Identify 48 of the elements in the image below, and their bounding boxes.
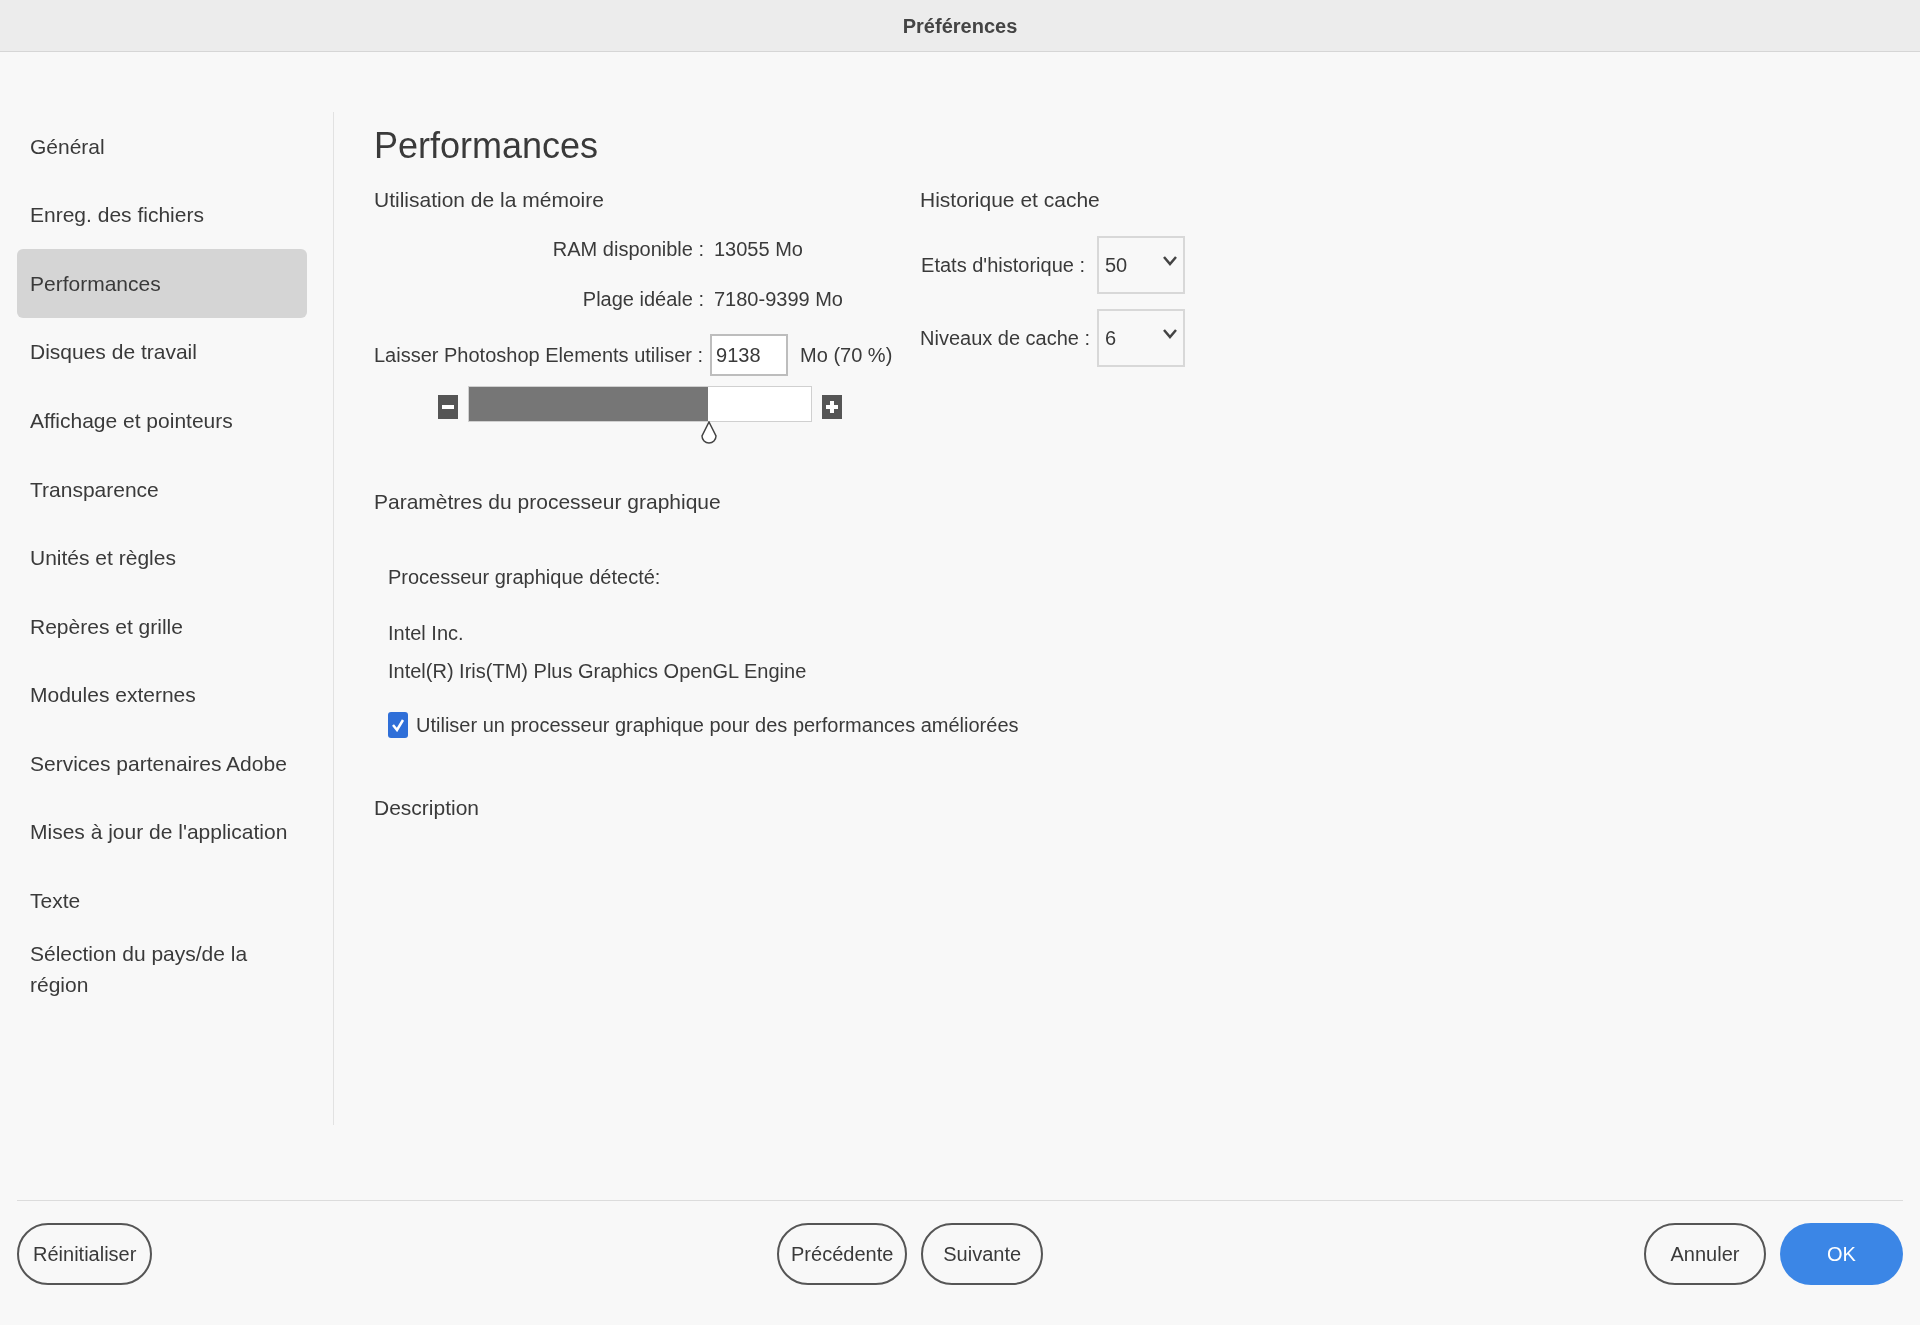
- minus-icon: [442, 405, 454, 409]
- unit-label: Mo (70 %): [800, 343, 893, 368]
- sidebar-item[interactable]: Performances: [17, 249, 307, 318]
- sidebar-item[interactable]: Texte: [17, 866, 307, 936]
- sidebar-item[interactable]: Disques de travail: [17, 317, 307, 387]
- gpu-detected-label: Processeur graphique détecté:: [388, 564, 662, 590]
- sidebar-item[interactable]: Unités et règles: [17, 523, 307, 593]
- sidebar-item[interactable]: Général: [17, 112, 307, 181]
- dropdown[interactable]: 50: [1097, 236, 1185, 294]
- previous-button[interactable]: Précédente: [777, 1223, 908, 1285]
- memory-input[interactable]: 9138: [710, 334, 789, 376]
- section-heading: Utilisation de la mémoire: [374, 187, 605, 213]
- plus-icon: [826, 401, 838, 413]
- checkbox[interactable]: [388, 711, 408, 738]
- field-value: 13055 Mo: [714, 237, 803, 262]
- ok-button[interactable]: OK: [1780, 1223, 1903, 1285]
- minus-button[interactable]: [438, 395, 458, 419]
- section-heading: Historique et cache: [920, 187, 1101, 213]
- plus-button[interactable]: [822, 395, 842, 419]
- next-button[interactable]: Suivante: [921, 1223, 1044, 1285]
- field-label: Etats d'historique :: [920, 253, 1085, 278]
- dropdown[interactable]: 6: [1097, 309, 1185, 367]
- sidebar-item[interactable]: Affichage et pointeurs: [17, 386, 307, 455]
- sidebar-item[interactable]: Transparence: [17, 454, 307, 524]
- reset-button[interactable]: Réinitialiser: [17, 1223, 153, 1285]
- sidebar-item[interactable]: Services partenaires Adobe: [17, 729, 307, 798]
- slider-thumb[interactable]: [699, 421, 718, 446]
- sidebar-item[interactable]: Sélection du pays/de la région: [17, 935, 307, 1004]
- field-label: RAM disponible :: [551, 237, 704, 262]
- chevron-down-icon: [1163, 256, 1177, 266]
- gpu-renderer: Intel(R) Iris(TM) Plus Graphics OpenGL Engine: [388, 658, 808, 684]
- memory-slider[interactable]: [468, 386, 812, 446]
- gpu-vendor: Intel Inc.: [388, 620, 465, 646]
- section-heading: Description: [374, 794, 481, 821]
- page-title: Performances: [374, 124, 600, 168]
- sidebar-item[interactable]: Repères et grille: [17, 592, 307, 661]
- sidebar-item[interactable]: Enreg. des fichiers: [17, 180, 307, 250]
- chevron-down-icon: [1163, 329, 1177, 339]
- window-title: Préférences: [902, 13, 1018, 39]
- sidebar-item[interactable]: Mises à jour de l'application: [17, 797, 307, 867]
- field-value: 7180-9399 Mo: [714, 287, 843, 312]
- sidebar-item[interactable]: Modules externes: [17, 660, 307, 730]
- section-heading: Paramètres du processeur graphique: [374, 489, 722, 515]
- cancel-button[interactable]: Annuler: [1644, 1223, 1766, 1285]
- field-label: Plage idéale :: [581, 287, 704, 312]
- checkbox-label: Utiliser un processeur graphique pour des performances améliorées: [416, 712, 1019, 738]
- field-label: Laisser Photoshop Elements utiliser :: [374, 343, 704, 368]
- check-icon: [391, 717, 405, 732]
